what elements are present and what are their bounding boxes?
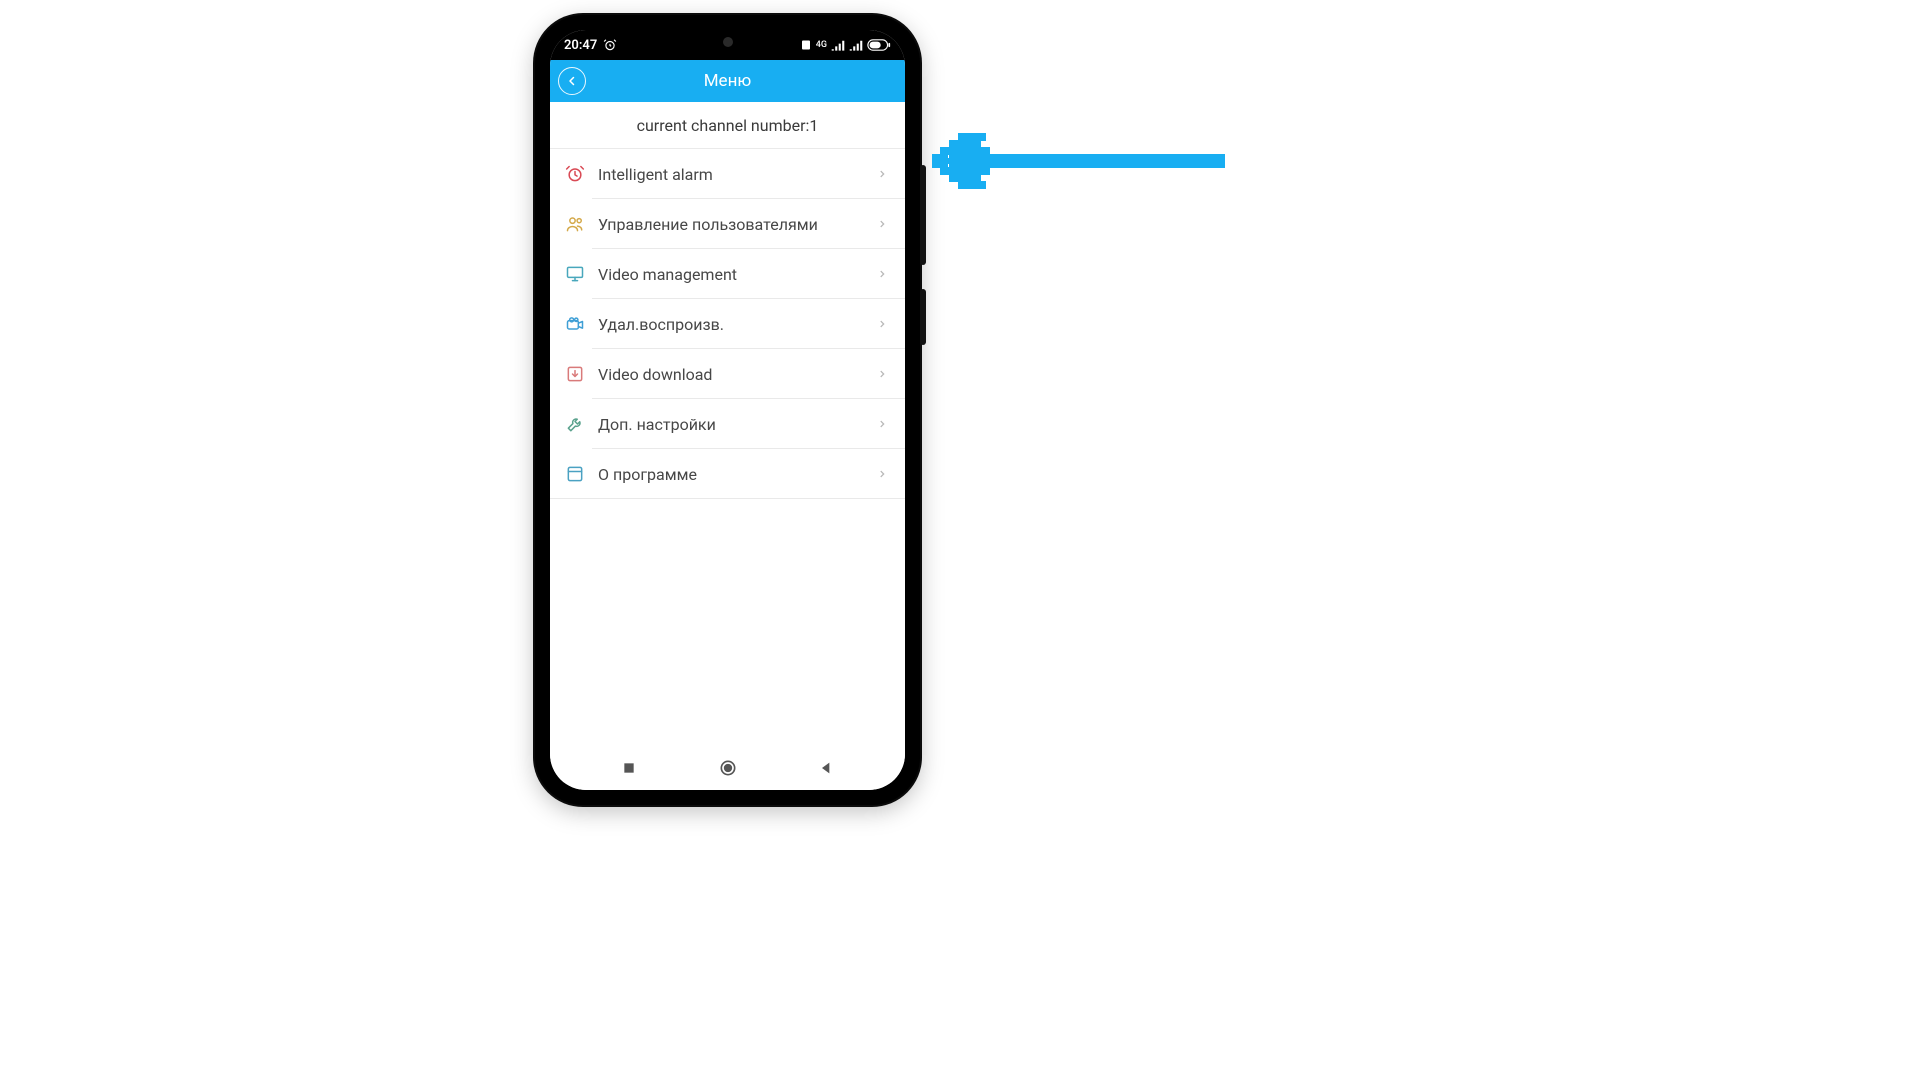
nav-back-button[interactable] [806, 748, 846, 788]
camera-notch [669, 30, 787, 50]
menu-item-remote-playback[interactable]: Удал.воспроизв. [550, 299, 905, 349]
app-header: Меню [550, 60, 905, 102]
power-button [920, 289, 926, 345]
nav-home-button[interactable] [708, 748, 748, 788]
menu-item-label: Доп. настройки [598, 415, 877, 434]
window-icon [564, 463, 586, 485]
download-icon [564, 363, 586, 385]
alarm-set-icon [603, 38, 617, 52]
chevron-right-icon [877, 167, 887, 181]
menu-item-label: Удал.воспроизв. [598, 315, 877, 334]
users-icon [564, 213, 586, 235]
menu-item-label: Intelligent alarm [598, 165, 877, 184]
menu-item-label: Video download [598, 365, 877, 384]
menu-item-about[interactable]: О программе [550, 449, 905, 499]
chevron-right-icon [877, 467, 887, 481]
wrench-icon [564, 413, 586, 435]
menu-item-video-management[interactable]: Video management [550, 249, 905, 299]
signal-icon-2 [849, 39, 863, 51]
back-button[interactable] [558, 67, 586, 95]
annotation-arrow [930, 130, 1230, 190]
chevron-right-icon [877, 217, 887, 231]
menu-item-label: О программе [598, 465, 877, 484]
channel-info-strip: current channel number:1 [550, 102, 905, 149]
sim-card-icon [800, 39, 812, 51]
chevron-right-icon [877, 317, 887, 331]
channel-info-text: current channel number:1 [637, 116, 819, 135]
screen: 20:47 4G [550, 30, 905, 790]
menu-item-user-management[interactable]: Управление пользователями [550, 199, 905, 249]
menu-item-label: Управление пользователями [598, 215, 877, 234]
phone-mockup: 20:47 4G [535, 15, 920, 805]
android-nav-bar [550, 746, 905, 790]
menu-item-intelligent-alarm[interactable]: Intelligent alarm [550, 149, 905, 199]
video-camera-icon [564, 313, 586, 335]
nav-recents-button[interactable] [609, 748, 649, 788]
chevron-right-icon [877, 417, 887, 431]
network-type-label: 4G [816, 40, 827, 50]
menu-list: Intelligent alarm Управление пользовател… [550, 149, 905, 499]
menu-item-label: Video management [598, 265, 877, 284]
page-title: Меню [704, 71, 752, 91]
battery-icon [867, 39, 891, 51]
menu-item-advanced-settings[interactable]: Доп. настройки [550, 399, 905, 449]
signal-icon-1 [831, 39, 845, 51]
menu-item-video-download[interactable]: Video download [550, 349, 905, 399]
volume-rocker [920, 165, 926, 265]
status-time: 20:47 [564, 38, 597, 53]
chevron-right-icon [877, 267, 887, 281]
monitor-icon [564, 263, 586, 285]
chevron-right-icon [877, 367, 887, 381]
alarm-clock-icon [564, 163, 586, 185]
